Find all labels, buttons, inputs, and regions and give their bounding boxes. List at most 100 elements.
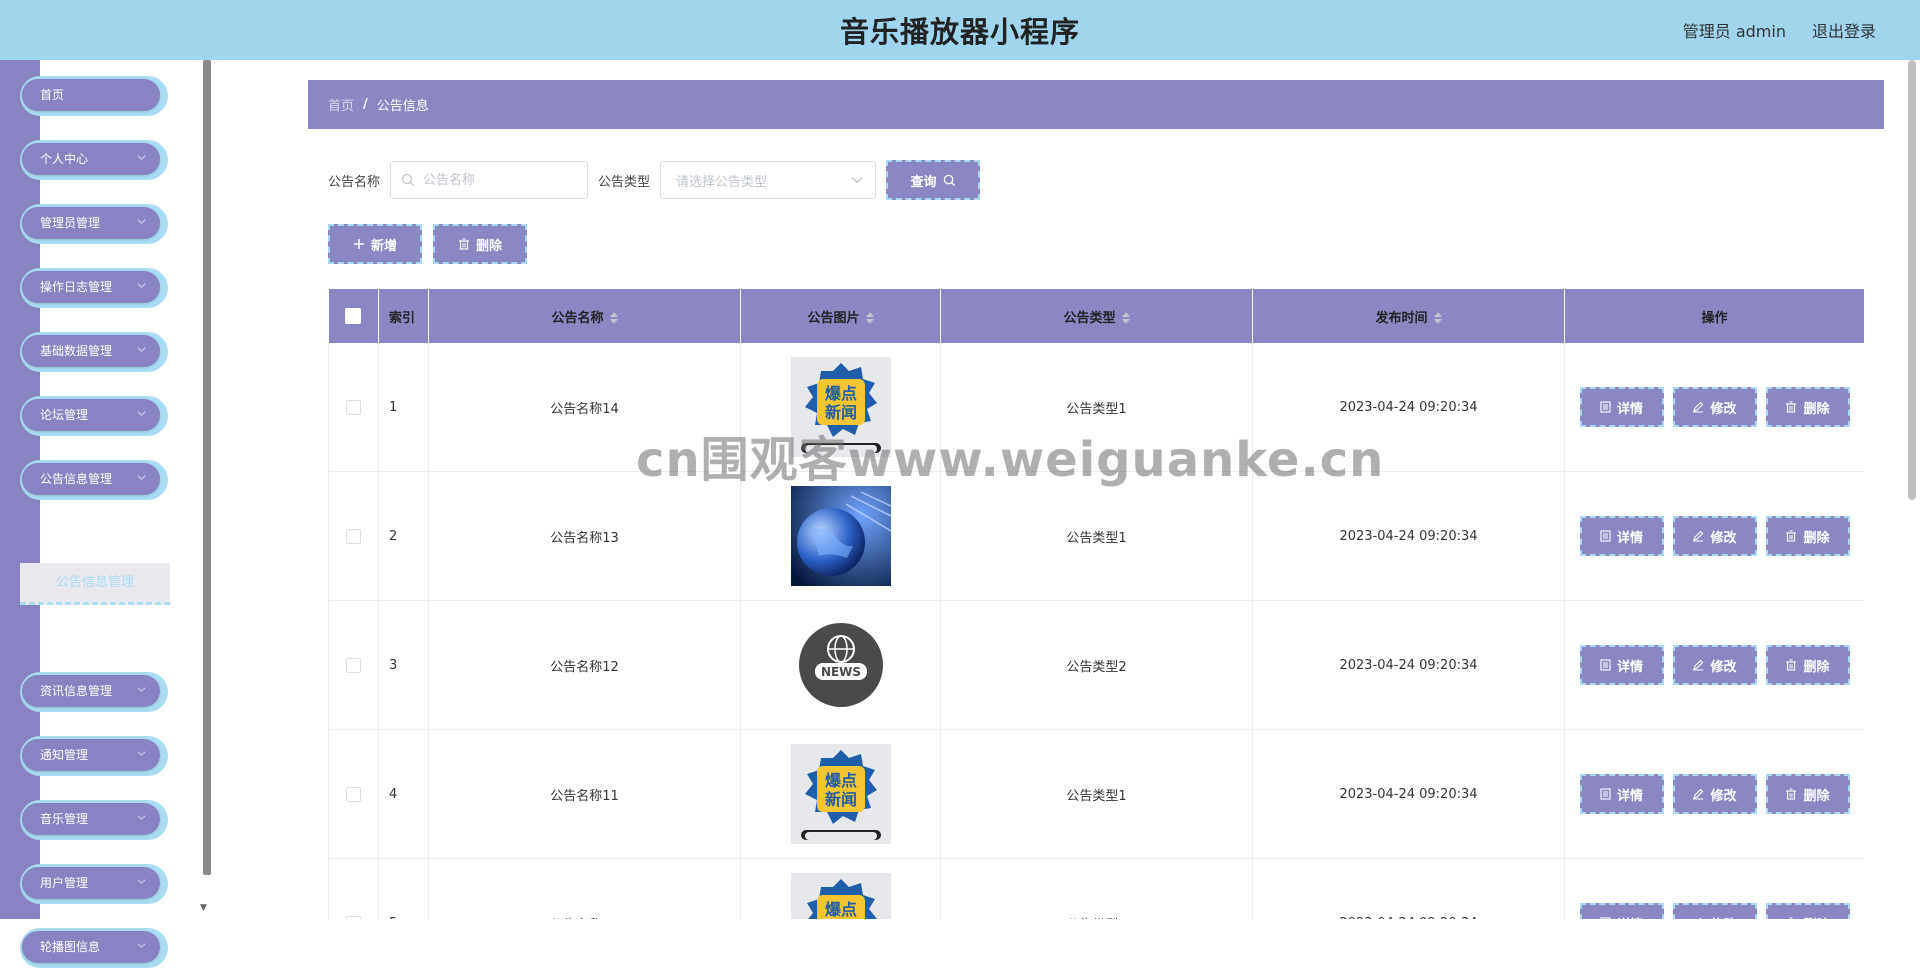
row-checkbox[interactable]	[346, 399, 361, 415]
edit-button[interactable]: 修改	[1672, 774, 1757, 814]
document-icon	[1600, 788, 1611, 800]
row-actions-cell: 详情 修改 删除	[1564, 471, 1864, 601]
table-row: 2 公告名称13 公告类型1 2023-04-24 09:20:34 详情 修改 删除	[328, 471, 1864, 601]
delete-button[interactable]: 删除	[1765, 516, 1850, 556]
column-header-name[interactable]: 公告名称	[428, 289, 741, 343]
detail-button[interactable]: 详情	[1579, 645, 1664, 685]
document-icon	[1600, 401, 1611, 413]
edit-button-label: 修改	[1710, 530, 1737, 546]
edit-button[interactable]: 修改	[1672, 645, 1757, 685]
sidebar-item[interactable]: 轮播图信息	[20, 928, 168, 968]
add-button[interactable]: 新增	[328, 224, 422, 264]
breaking-news-image: 爆点新闻	[790, 357, 891, 457]
sidebar-item[interactable]: 个人中心	[20, 140, 168, 180]
detail-button[interactable]: 详情	[1579, 387, 1664, 427]
table-row: 5公告名称10 爆点新闻 公告类型22023-04-24 09:20:34 详情 修改 删…	[328, 858, 1864, 920]
sidebar-scroll-down-icon[interactable]: ▼	[200, 903, 207, 913]
name-filter-field[interactable]	[390, 161, 589, 199]
trash-icon	[1786, 788, 1797, 800]
row-checkbox[interactable]	[346, 657, 361, 673]
row-name: 公告名称14	[428, 343, 741, 472]
plus-icon	[353, 239, 364, 249]
sidebar-item-pill: 通知管理	[22, 739, 160, 771]
sidebar-item-label: 音乐管理	[40, 812, 89, 826]
breadcrumb: 首页 / 公告信息	[308, 80, 1884, 129]
column-header-time[interactable]: 发布时间	[1252, 289, 1565, 343]
row-type: 公告类型2	[940, 600, 1253, 730]
edit-button[interactable]: 修改	[1672, 903, 1757, 919]
delete-button[interactable]: 删除	[1765, 645, 1850, 685]
sort-icon[interactable]	[1121, 312, 1130, 324]
chevron-down-icon	[137, 751, 146, 757]
table-body: 1 公告名称14 爆点 新闻 公告类型1 2023-04-24 09:20:34 详情 修改删…	[328, 343, 1864, 920]
row-actions: 详情 修改 删除	[1566, 387, 1863, 427]
sidebar-item-pill: 资讯信息管理	[22, 675, 160, 707]
trash-icon	[458, 238, 469, 250]
row-actions: 详情 修改 删除	[1566, 774, 1863, 814]
sidebar-item-pill: 轮播图信息	[22, 931, 160, 963]
query-button[interactable]: 查询	[886, 160, 981, 200]
edit-button[interactable]: 修改	[1672, 516, 1757, 556]
sidebar-item-pill: 首页	[22, 79, 160, 111]
detail-button-label: 详情	[1616, 659, 1643, 675]
select-all-checkbox[interactable]	[345, 308, 362, 324]
row-time: 2023-04-24 09:20:34	[1252, 858, 1565, 919]
main-scrollbar[interactable]	[1908, 60, 1916, 500]
column-header-image[interactable]: 公告图片	[740, 289, 941, 343]
detail-button[interactable]: 详情	[1579, 903, 1664, 919]
sidebar-item[interactable]: 管理员管理	[20, 204, 168, 244]
sidebar-item-pill: 操作日志管理	[22, 271, 160, 303]
row-image-cell: 爆点新闻	[740, 858, 941, 919]
row-checkbox[interactable]	[346, 786, 361, 802]
detail-button[interactable]: 详情	[1579, 516, 1664, 556]
table-row: 3 公告名称12 NEWS 公告类型2 2023-04-24 09:20:34 详情 修改 删…	[328, 600, 1864, 730]
sidebar-item[interactable]: 首页	[20, 76, 168, 116]
sidebar-item[interactable]: 资讯信息管理	[20, 672, 168, 712]
row-name: 公告名称11	[428, 729, 741, 859]
detail-button-label: 详情	[1616, 788, 1643, 804]
sort-icon[interactable]	[865, 312, 874, 324]
sidebar: 首页个人中心管理员管理操作日志管理 基础数据管理论坛管理公告信息管理资讯信息管理通…	[0, 60, 200, 968]
detail-button-label: 详情	[1616, 530, 1643, 546]
breadcrumb-home[interactable]: 首页	[328, 95, 354, 114]
table-row: 1 公告名称14 爆点 新闻 公告类型1 2023-04-24 09:20:34 详情 修改删…	[328, 343, 1864, 472]
column-header-type[interactable]: 公告类型	[940, 289, 1253, 343]
detail-button[interactable]: 详情	[1579, 774, 1664, 814]
column-header-index: 索引	[378, 289, 429, 343]
delete-button[interactable]: 删除	[1765, 774, 1850, 814]
edit-button[interactable]: 修改	[1672, 387, 1757, 427]
row-select-cell	[328, 343, 379, 472]
sidebar-item[interactable]: 通知管理	[20, 736, 168, 776]
row-index: 1	[378, 343, 429, 472]
sort-icon[interactable]	[1433, 312, 1442, 324]
row-checkbox[interactable]	[346, 915, 361, 919]
column-header-type-label: 公告类型	[1063, 310, 1116, 326]
row-select-cell	[328, 471, 379, 601]
sidebar-item[interactable]: 操作日志管理	[20, 268, 168, 308]
search-icon	[401, 173, 414, 186]
edit-button-label: 修改	[1710, 659, 1737, 675]
delete-button[interactable]: 删除	[1765, 387, 1850, 427]
type-filter-select[interactable]: 请选择公告类型	[660, 161, 877, 199]
delete-button[interactable]: 删除	[1765, 903, 1850, 920]
search-icon	[943, 174, 955, 186]
news-globe-icon: NEWS	[790, 615, 891, 715]
sidebar-item[interactable]: 论坛管理	[20, 396, 168, 436]
sidebar-item-pill: 基础数据管理	[22, 335, 160, 367]
name-filter-input[interactable]	[421, 171, 576, 189]
select-all-cell	[328, 289, 379, 343]
delete-button-label: 删除	[1803, 914, 1829, 920]
bulk-delete-button[interactable]: 删除	[433, 224, 527, 264]
edit-button-label: 修改	[1710, 401, 1737, 417]
row-image-cell	[740, 471, 941, 601]
sort-icon[interactable]	[609, 312, 618, 324]
chevron-down-icon	[137, 879, 146, 885]
row-checkbox[interactable]	[346, 528, 361, 544]
sidebar-item[interactable]: 公告信息管理	[20, 460, 168, 500]
sidebar-item[interactable]: 基础数据管理	[20, 332, 168, 372]
sidebar-scrollbar[interactable]	[203, 60, 211, 875]
sidebar-submenu-item-active[interactable]: 公告信息管理	[20, 563, 170, 605]
logout-link[interactable]: 退出登录	[1812, 18, 1876, 42]
sidebar-item[interactable]: 用户管理	[20, 864, 168, 904]
sidebar-item[interactable]: 音乐管理	[20, 800, 168, 840]
